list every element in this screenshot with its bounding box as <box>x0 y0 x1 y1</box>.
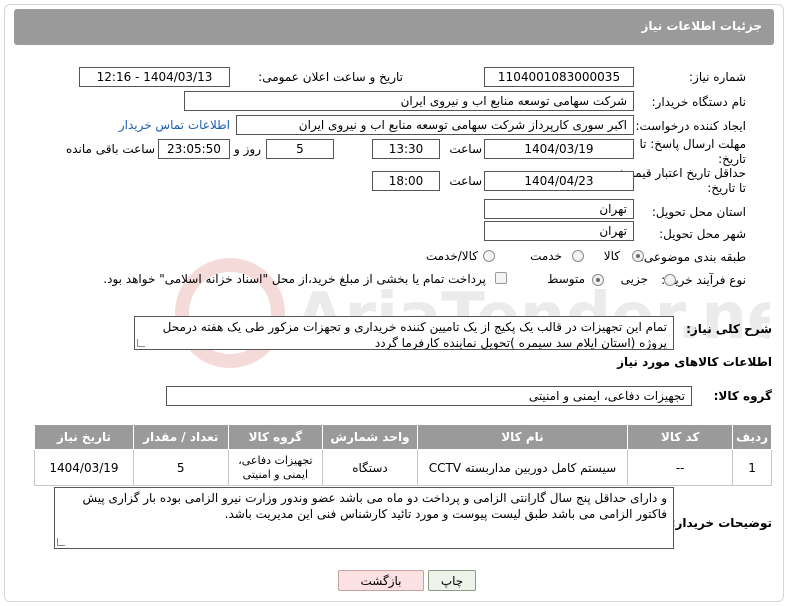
col-header-name: نام کالا <box>416 424 629 450</box>
cell-row-num: 1 <box>732 449 772 486</box>
reply-time-label: ساعت <box>449 142 482 156</box>
table-header-row: ردیف کد کالا نام کالا واحد شمارش گروه کا… <box>34 424 772 450</box>
cell-code: -- <box>627 449 734 486</box>
requester-field: اکبر سوری کارپرداز شرکت سهامی توسعه مناب… <box>236 115 634 135</box>
process-radio-minor[interactable] <box>664 274 676 286</box>
goods-group-field: تجهیزات دفاعی، ایمنی و امنیتی <box>166 386 692 406</box>
buyer-notes-label: توضیحات خریدار: <box>670 516 772 530</box>
col-header-code: کد کالا <box>627 424 734 450</box>
resize-handle-icon[interactable] <box>57 538 65 546</box>
items-table: ردیف کد کالا نام کالا واحد شمارش گروه کا… <box>34 424 772 486</box>
treasury-payment-note: پرداخت تمام یا بخشی از مبلغ خرید،از محل … <box>103 272 486 286</box>
resize-handle-icon[interactable] <box>137 339 145 347</box>
category-label: طبقه بندی موضوعی: <box>639 250 746 264</box>
col-header-date: تاریخ نیاز <box>34 424 134 450</box>
price-validity-date: 1404/04/23 <box>484 171 634 191</box>
announce-datetime-field: 1404/03/13 - 12:16 <box>79 67 230 87</box>
process-option-minor: جزیی <box>620 272 648 286</box>
category-option-goods-service: کالا/خدمت <box>425 249 478 263</box>
category-radio-goods[interactable] <box>632 250 644 262</box>
goods-section-title: اطلاعات کالاهای مورد نیاز <box>617 355 772 369</box>
need-number-field: 1104001083000035 <box>484 67 634 87</box>
category-radio-goods-service[interactable] <box>483 250 495 262</box>
page-title: جزئیات اطلاعات نیاز <box>641 19 762 33</box>
delivery-city-label: شهر محل تحویل: <box>659 227 746 241</box>
buyer-notes-textarea[interactable]: و دارای حداقل پنج سال گارانتی الزامی و پ… <box>54 487 674 549</box>
buyer-contact-link[interactable]: اطلاعات تماس خریدار <box>119 118 230 132</box>
buyer-org-label: نام دستگاه خریدار: <box>651 95 747 109</box>
reply-days-field: 5 <box>266 139 334 159</box>
reply-deadline-label: مهلت ارسال پاسخ: تا <box>639 137 746 151</box>
back-button[interactable]: بازگشت <box>338 570 424 591</box>
print-button[interactable]: چاپ <box>428 570 476 591</box>
price-validity-label-2: تا تاریخ: <box>707 181 746 195</box>
cell-group: تجهیزات دفاعی، ایمنی و امنیتی <box>227 449 324 486</box>
category-option-service: خدمت <box>530 249 562 263</box>
price-validity-time: 18:00 <box>372 171 440 191</box>
goods-group-label: گروه کالا: <box>713 389 772 403</box>
requester-label: ایجاد کننده درخواست: <box>635 119 746 133</box>
col-header-row-num: ردیف <box>732 424 772 450</box>
cell-unit: دستگاه <box>322 449 418 486</box>
table-row: 1 -- سیستم کامل دوربین مداربسته CCTV دست… <box>34 449 772 486</box>
need-number-label: شماره نیاز: <box>689 70 746 84</box>
process-radio-medium[interactable] <box>592 274 604 286</box>
col-header-group: گروه کالا <box>227 424 324 450</box>
buyer-org-field: شرکت سهامی توسعه منابع اب و نیروی ایران <box>184 91 634 111</box>
category-option-goods: کالا <box>603 249 620 263</box>
treasury-payment-checkbox[interactable] <box>495 272 507 284</box>
price-validity-label: حداقل تاریخ اعتبار قیمت: <box>619 166 746 180</box>
reply-remaining-label: ساعت باقی مانده <box>65 142 155 156</box>
delivery-province-label: استان محل تحویل: <box>651 205 746 219</box>
process-option-medium: متوسط <box>547 272 585 286</box>
price-validity-time-label: ساعت <box>449 174 482 188</box>
reply-remaining-field: 23:05:50 <box>158 139 230 159</box>
reply-days-label: روز و <box>234 142 261 156</box>
category-radio-service[interactable] <box>572 250 584 262</box>
cell-date: 1404/03/19 <box>34 449 134 486</box>
description-textarea[interactable]: تمام این تجهیزات در قالب یک پکیج از یک ت… <box>134 316 674 350</box>
panel-header: جزئیات اطلاعات نیاز <box>14 9 774 45</box>
col-header-quantity: تعداد / مقدار <box>132 424 229 450</box>
reply-deadline-time: 13:30 <box>372 139 440 159</box>
cell-quantity: 5 <box>132 449 229 486</box>
col-header-unit: واحد شمارش <box>322 424 418 450</box>
cell-name: سیستم کامل دوربین مداربسته CCTV <box>416 449 629 486</box>
description-label: شرح کلی نیاز: <box>686 322 772 336</box>
delivery-city-field: تهران <box>484 221 634 241</box>
description-text: تمام این تجهیزات در قالب یک پکیج از یک ت… <box>162 320 667 350</box>
reply-deadline-date: 1404/03/19 <box>484 139 634 159</box>
announce-datetime-label: تاریخ و ساعت اعلان عمومی: <box>258 70 403 84</box>
reply-deadline-label-2: تاریخ: <box>718 152 746 166</box>
buyer-notes-text: و دارای حداقل پنج سال گارانتی الزامی و پ… <box>82 491 667 521</box>
delivery-province-field: تهران <box>484 199 634 219</box>
